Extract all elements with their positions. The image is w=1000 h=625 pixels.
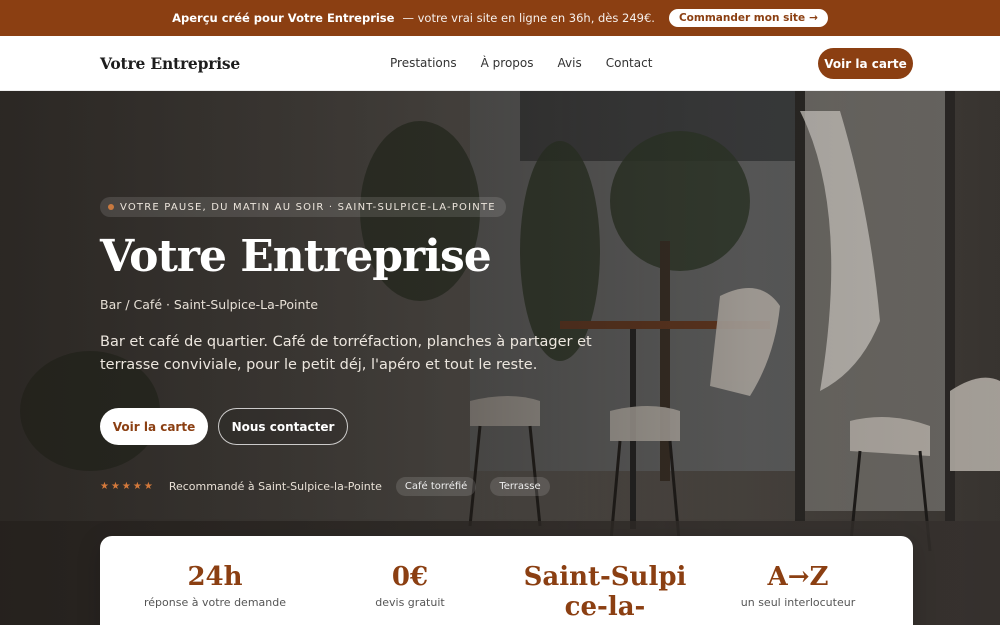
banner-lead: Aperçu créé pour Votre Entreprise bbox=[172, 11, 395, 25]
hero-title: Votre Entreprise bbox=[100, 231, 492, 282]
stat-label: réponse à votre demande bbox=[144, 596, 286, 609]
stat-label: un seul interlocuteur bbox=[740, 596, 856, 609]
contact-button[interactable]: Nous contacter bbox=[218, 408, 348, 445]
star-rating-icon: ★★★★★ bbox=[100, 480, 155, 492]
hero-description: Bar et café de quartier. Café de torréfa… bbox=[100, 334, 592, 373]
nav-item-a-propos[interactable]: À propos bbox=[481, 56, 534, 70]
recommend-text: Recommandé à Saint-Sulpice-la-Pointe bbox=[168, 479, 382, 493]
stat-quote: 0€ devis gratuit bbox=[310, 562, 510, 609]
dot-icon bbox=[108, 204, 114, 210]
social-proof: ★★★★★ Recommandé à Saint-Sulpice-la-Poin… bbox=[100, 475, 550, 497]
order-site-label: Commander mon site bbox=[678, 12, 806, 24]
nav-item-prestations[interactable]: Prestations bbox=[390, 56, 457, 70]
stat-response: 24h réponse à votre demande bbox=[115, 562, 315, 609]
banner-text: — votre vrai site en ligne en 36h, dès 2… bbox=[402, 11, 655, 25]
stat-value: A→Z bbox=[767, 562, 829, 592]
eyebrow-text: VOTRE PAUSE, DU MATIN AU SOIR · SAINT-SU… bbox=[120, 201, 496, 213]
order-site-button[interactable]: Commander mon site → bbox=[668, 9, 828, 27]
nav-item-contact[interactable]: Contact bbox=[606, 56, 653, 70]
stat-label: devis gratuit bbox=[375, 596, 445, 609]
chip-cafe-torrefie: Café torréfié bbox=[395, 476, 477, 496]
arrow-right-icon: → bbox=[809, 12, 818, 24]
hero-eyebrow: VOTRE PAUSE, DU MATIN AU SOIR · SAINT-SU… bbox=[100, 197, 506, 217]
brand-logo[interactable]: Votre Entreprise bbox=[100, 54, 240, 73]
stat-location: Saint-Sulpice-la- bbox=[505, 562, 705, 622]
stat-value: 0€ bbox=[391, 562, 429, 592]
stat-value: Saint-Sulpice-la- bbox=[523, 562, 687, 622]
main-nav: Votre Entreprise Prestations À propos Av… bbox=[0, 36, 1000, 91]
stat-value: 24h bbox=[187, 562, 243, 592]
nav-menu: Prestations À propos Avis Contact bbox=[390, 56, 652, 70]
promo-banner: Aperçu créé pour Votre Entreprise — votr… bbox=[0, 0, 1000, 36]
view-menu-button[interactable]: Voir la carte bbox=[100, 408, 208, 445]
nav-item-avis[interactable]: Avis bbox=[558, 56, 582, 70]
stats-card: 24h réponse à votre demande 0€ devis gra… bbox=[100, 536, 913, 625]
chip-terrasse: Terrasse bbox=[490, 476, 550, 496]
hero-subtitle: Bar / Café · Saint-Sulpice-La-Pointe bbox=[100, 297, 319, 312]
stat-contact: A→Z un seul interlocuteur bbox=[698, 562, 898, 609]
nav-menu-button[interactable]: Voir la carte bbox=[818, 48, 913, 79]
